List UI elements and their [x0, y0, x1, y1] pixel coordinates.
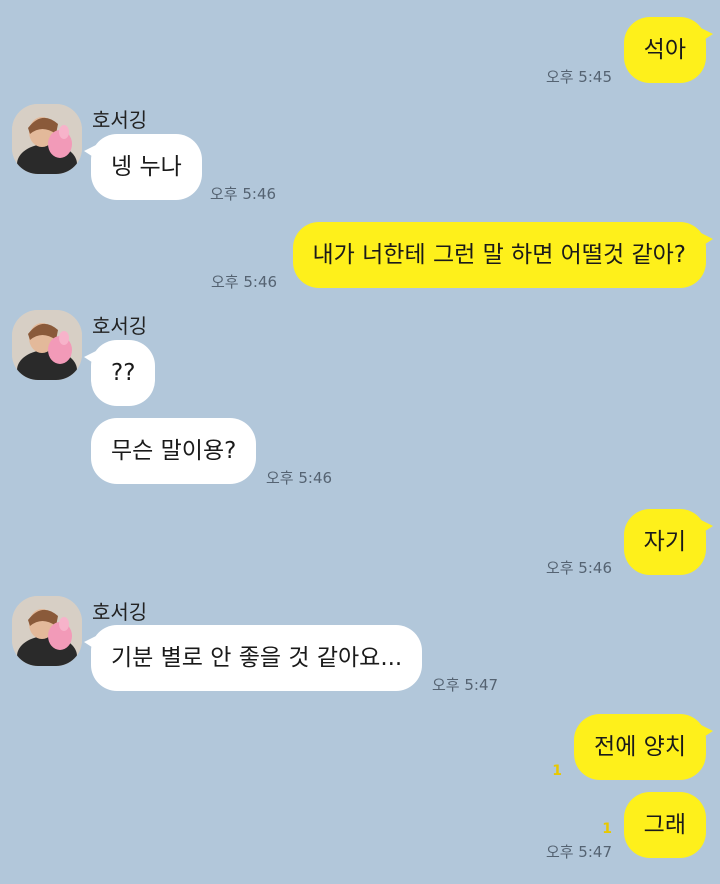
contact-avatar[interactable] — [12, 104, 82, 174]
message-timestamp: 오후 5:46 — [545, 559, 612, 577]
their-message-bubble[interactable]: 넹 누나 — [84, 134, 202, 200]
contact-name: 호서깅 — [92, 314, 148, 338]
message-timestamp: 오후 5:45 — [545, 68, 612, 86]
their-message-bubble[interactable]: ?? — [83, 340, 156, 406]
my-message-bubble[interactable]: 전에 양치 — [574, 714, 713, 780]
message-timestamp: 오후 5:47 — [545, 843, 612, 861]
contact-avatar[interactable] — [12, 310, 82, 380]
message-timestamp: 오후 5:47 — [432, 676, 499, 694]
avatar-photo-icon — [12, 310, 82, 380]
unread-count: 1 — [602, 821, 612, 837]
message-timestamp: 오후 5:46 — [210, 185, 277, 203]
unread-count: 1 — [552, 763, 562, 779]
their-message-bubble[interactable]: 무슨 말이용? — [91, 418, 257, 484]
my-message-bubble[interactable]: 자기 — [623, 509, 714, 575]
message-timestamp: 오후 5:46 — [211, 273, 278, 291]
contact-name: 호서깅 — [92, 108, 148, 132]
my-message-bubble[interactable]: 석아 — [623, 17, 714, 83]
my-message-bubble[interactable]: 그래 — [623, 792, 706, 858]
contact-name: 호서깅 — [92, 600, 148, 624]
avatar-photo-icon — [12, 596, 82, 666]
message-timestamp: 오후 5:46 — [266, 469, 333, 487]
my-message-bubble[interactable]: 내가 너한테 그런 말 하면 어떨것 같아? — [292, 222, 714, 288]
their-message-bubble[interactable]: 기분 별로 안 좋을 것 같아요... — [83, 625, 423, 691]
contact-avatar[interactable] — [12, 596, 82, 666]
avatar-photo-icon — [12, 104, 82, 174]
